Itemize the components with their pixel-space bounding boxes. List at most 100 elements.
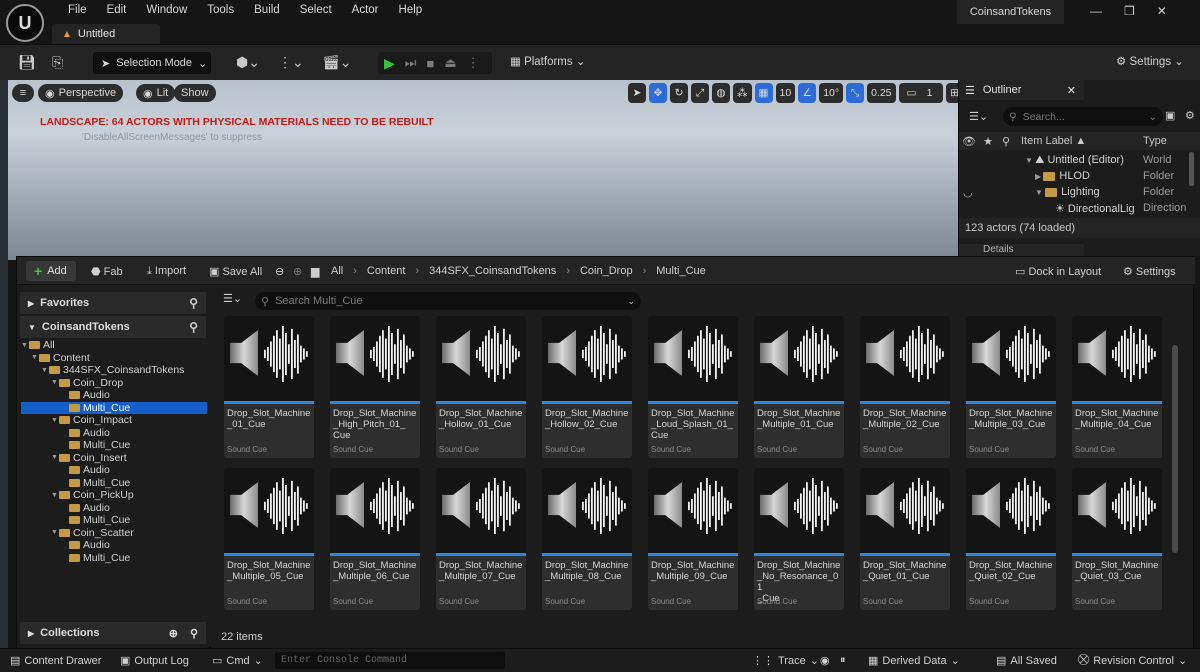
outliner-scrollbar[interactable] bbox=[1189, 152, 1194, 186]
asset-tile[interactable]: Drop_Slot_Machine _Quiet_01_Cue Sound Cue bbox=[860, 468, 950, 610]
tree-folder[interactable]: Multi_Cue bbox=[21, 552, 207, 565]
tree-folder[interactable]: ▼ Coin_PickUp bbox=[21, 489, 207, 502]
outliner-row[interactable]: ☀︎ DirectionalLig Direction bbox=[959, 200, 1200, 216]
lit-button[interactable]: ◉ Lit bbox=[136, 84, 176, 102]
asset-tile[interactable]: Drop_Slot_Machine _High_Pitch_01_ Cue Sou… bbox=[330, 316, 420, 458]
angle-snap-icon[interactable]: ∠ bbox=[798, 83, 817, 103]
filter-icon[interactable]: ☰⌄ bbox=[969, 110, 988, 123]
blueprint-icon[interactable]: ⋮⌄ bbox=[278, 54, 304, 71]
asset-tile[interactable]: Drop_Slot_Machine _Multiple_05_Cue Sound … bbox=[224, 468, 314, 610]
scale-tool-icon[interactable]: ⤢ bbox=[691, 83, 709, 103]
tree-folder[interactable]: ▼ All bbox=[21, 339, 207, 352]
close-icon[interactable]: ✕ bbox=[1157, 4, 1167, 18]
asset-search-input[interactable]: ⚲ Search Multi_Cue ⌄ bbox=[255, 292, 641, 310]
favorites-header[interactable]: ▶ Favorites ⚲ bbox=[20, 292, 206, 314]
asset-tile[interactable]: Drop_Slot_Machine _Multiple_04_Cue Sound … bbox=[1072, 316, 1162, 458]
camera-speed-button[interactable]: ▭ 1 bbox=[898, 83, 943, 103]
select-tool-icon[interactable]: ➤ bbox=[628, 83, 646, 103]
record-icon[interactable]: ◉ bbox=[820, 654, 830, 667]
menu-actor[interactable]: Actor bbox=[342, 3, 389, 17]
derived-data-button[interactable]: ▦ Derived Data ⌄ bbox=[868, 654, 960, 668]
tree-folder[interactable]: ▼ Content bbox=[21, 352, 207, 365]
rotate-tool-icon[interactable]: ↻ bbox=[670, 83, 688, 103]
asset-tile[interactable]: Drop_Slot_Machine _Hollow_01_Cue Sound Cu… bbox=[436, 316, 526, 458]
add-collection-icon[interactable]: ⊕ bbox=[169, 627, 178, 640]
pin-icon[interactable]: ⚲ bbox=[997, 135, 1015, 148]
angle-snap-value[interactable]: 10° bbox=[819, 83, 844, 103]
tree-folder[interactable]: ▼ Coin_Drop bbox=[21, 377, 207, 390]
asset-tile[interactable]: Drop_Slot_Machine _No_Resonance_01 _Cue S… bbox=[754, 468, 844, 610]
cmd-dropdown[interactable]: ▭ Cmd ⌄ bbox=[212, 654, 263, 668]
crumb-multi-cue[interactable]: Multi_Cue bbox=[656, 265, 706, 277]
search-icon[interactable]: ⚲ bbox=[190, 627, 198, 640]
asset-tile[interactable]: Drop_Slot_Machine _Quiet_02_Cue Sound Cue bbox=[966, 468, 1056, 610]
cinematics-icon[interactable]: 🎬︎⌄ bbox=[322, 54, 352, 71]
tree-folder[interactable]: Multi_Cue bbox=[21, 401, 207, 414]
asset-tile[interactable]: Drop_Slot_Machine _Hollow_02_Cue Sound Cu… bbox=[542, 316, 632, 458]
dock-in-layout-button[interactable]: ▭ Dock in Layout bbox=[1015, 265, 1101, 278]
eject-icon[interactable]: ⏏︎ bbox=[444, 55, 456, 71]
tree-folder[interactable]: ▼ 344SFX_CoinsandTokens bbox=[21, 364, 207, 377]
fab-button[interactable]: ⬣ Fab bbox=[91, 265, 123, 278]
menu-select[interactable]: Select bbox=[290, 3, 342, 17]
asset-tile[interactable]: Drop_Slot_Machine _Multiple_02_Cue Sound … bbox=[860, 316, 950, 458]
add-actor-icon[interactable]: ⬢⌄ bbox=[236, 54, 260, 71]
step-icon[interactable]: ⏭︎ bbox=[405, 55, 417, 71]
outliner-settings-icon[interactable]: ⚙ bbox=[1185, 109, 1195, 122]
restore-icon[interactable]: ❐ bbox=[1124, 4, 1135, 18]
outliner-row[interactable]: ▶ HLOD Folder bbox=[959, 168, 1200, 184]
asset-tile[interactable]: Drop_Slot_Machine _Multiple_01_Cue Sound … bbox=[754, 316, 844, 458]
selection-mode-dropdown[interactable]: ➤ Selection Mode ⌄ bbox=[93, 52, 211, 74]
layout-icon[interactable]: ⊞ bbox=[945, 83, 958, 103]
asset-tile[interactable]: Drop_Slot_Machine _Quiet_03_Cue Sound Cue bbox=[1072, 468, 1162, 610]
source-header[interactable]: ▼ CoinsandTokens ⚲ bbox=[20, 316, 206, 338]
tree-folder[interactable]: Multi_Cue bbox=[21, 477, 207, 490]
asset-tile[interactable]: Drop_Slot_Machine _Multiple_06_Cue Sound … bbox=[330, 468, 420, 610]
star-icon[interactable]: ★ bbox=[979, 135, 997, 148]
pause-icon[interactable]: ⏸︎ bbox=[840, 654, 846, 667]
minimize-icon[interactable]: — bbox=[1090, 4, 1102, 18]
settings-button[interactable]: ⚙ Settings ⌄ bbox=[1116, 54, 1184, 68]
crumb-content[interactable]: Content bbox=[367, 265, 406, 277]
tree-folder[interactable]: ▼ Coin_Impact bbox=[21, 414, 207, 427]
browse-icon[interactable]: ⎘ bbox=[52, 54, 63, 71]
grid-snap-icon[interactable]: ▦ bbox=[754, 83, 773, 103]
menu-help[interactable]: Help bbox=[389, 3, 433, 17]
menu-edit[interactable]: Edit bbox=[97, 3, 137, 17]
platforms-button[interactable]: ▦ Platforms ⌄ bbox=[510, 54, 585, 68]
back-icon[interactable]: ⊖ bbox=[275, 265, 284, 278]
cb-settings-button[interactable]: ⚙ Settings bbox=[1123, 265, 1176, 278]
crumb-coin-drop[interactable]: Coin_Drop bbox=[580, 265, 633, 277]
play-icon[interactable]: ▶ bbox=[384, 55, 395, 72]
trace-button[interactable]: ⋮⋮ Trace ⌄ bbox=[752, 654, 819, 668]
stop-icon[interactable]: ■ bbox=[426, 56, 434, 71]
perspective-button[interactable]: ◉ Perspective bbox=[38, 84, 124, 102]
close-tab-icon[interactable]: ✕ bbox=[1067, 84, 1076, 97]
menu-build[interactable]: Build bbox=[244, 3, 290, 17]
outliner-row[interactable]: ▼ ⛰︎ Untitled (Editor) World bbox=[959, 152, 1200, 168]
menu-file[interactable]: File bbox=[58, 3, 97, 17]
asset-tile[interactable]: Drop_Slot_Machine _Multiple_08_Cue Sound … bbox=[542, 468, 632, 610]
surface-snap-icon[interactable]: ⁂ bbox=[733, 83, 752, 103]
outliner-tab[interactable]: ☰ Outliner ✕ bbox=[959, 80, 1084, 100]
level-tab[interactable]: ▲ Untitled bbox=[52, 24, 160, 44]
tree-folder[interactable]: Audio bbox=[21, 539, 207, 552]
details-tab[interactable]: Details bbox=[959, 244, 1084, 256]
asset-tile[interactable]: Drop_Slot_Machine _Multiple_03_Cue Sound … bbox=[966, 316, 1056, 458]
content-drawer-button[interactable]: ▤ Content Drawer bbox=[10, 654, 101, 668]
tree-folder[interactable]: ▼ Coin_Insert bbox=[21, 452, 207, 465]
all-saved-button[interactable]: ▤ All Saved bbox=[996, 654, 1057, 668]
level-viewport[interactable]: ≡ ◉ Perspective ◉ Lit Show ➤ ✥ ↻ ⤢ ◍ ⁂ ▦ 1… bbox=[8, 80, 958, 260]
scale-snap-icon[interactable]: ⤡ bbox=[846, 83, 865, 103]
menu-tools[interactable]: Tools bbox=[197, 3, 244, 17]
add-button[interactable]: + Add bbox=[26, 261, 76, 281]
tree-folder[interactable]: ▼ Coin_Scatter bbox=[21, 527, 207, 540]
save-icon[interactable]: 💾︎ bbox=[18, 54, 36, 71]
import-button[interactable]: ⤓ Import bbox=[147, 265, 186, 278]
visibility-icon[interactable]: 👁︎ bbox=[959, 135, 979, 148]
outliner-search-input[interactable]: ⚲ Search... ⌄ bbox=[1003, 107, 1163, 126]
tree-folder[interactable]: Audio bbox=[21, 427, 207, 440]
scale-snap-value[interactable]: 0.25 bbox=[867, 83, 896, 103]
tree-folder[interactable]: Audio bbox=[21, 389, 207, 402]
eye-closed-icon[interactable]: ◡ bbox=[963, 186, 973, 199]
